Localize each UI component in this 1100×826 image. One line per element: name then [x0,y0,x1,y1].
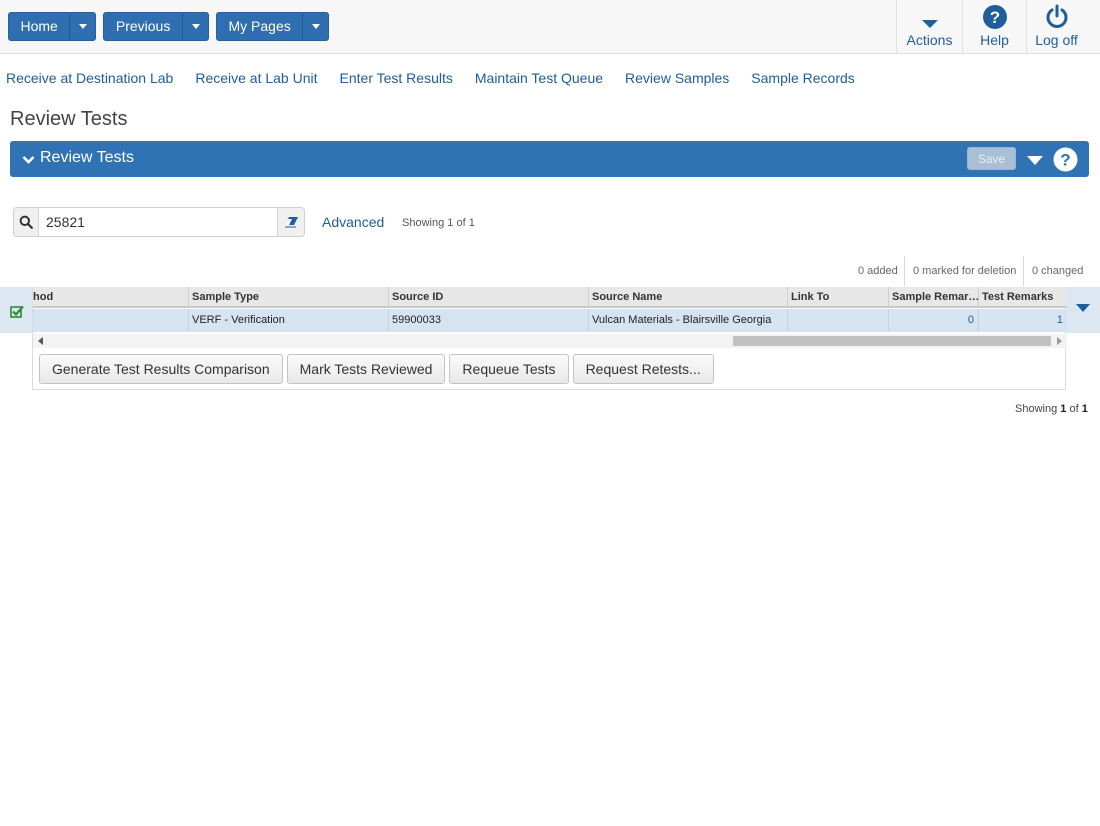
scroll-right-arrow-icon[interactable] [1057,337,1062,345]
eraser-icon[interactable] [277,208,304,236]
search-icon[interactable] [14,208,39,236]
actions-caret-icon [897,0,962,30]
divider [1023,256,1024,286]
nav-maintain-test-queue[interactable]: Maintain Test Queue [475,70,603,86]
request-retests-button[interactable]: Request Retests... [572,354,714,384]
previous-split-button: Previous [103,12,209,41]
column-header-source-name[interactable]: Source Name [588,287,787,308]
grid-header-row: hod Sample Type Source ID Source Name Li… [33,287,1067,308]
column-header-source-id[interactable]: Source ID [388,287,588,308]
log-off-label: Log off [1035,32,1078,48]
svg-text:?: ? [1060,151,1070,170]
showing-total: 1 [468,217,475,229]
sub-navigation: Receive at Destination Lab Receive at La… [6,70,877,86]
panel-title: Review Tests [40,149,134,166]
help-icon[interactable]: ? [1053,147,1078,177]
previous-dropdown-button[interactable] [182,13,208,40]
scrollbar-thumb[interactable] [733,336,1051,346]
column-header-test-remarks[interactable]: Test Remarks [978,287,1067,308]
showing-total: 1 [1081,403,1088,415]
advanced-search-link[interactable]: Advanced [322,214,384,230]
search-box [13,207,305,237]
page-title: Review Tests [10,108,128,130]
nav-enter-test-results[interactable]: Enter Test Results [340,70,453,86]
mark-tests-reviewed-button[interactable]: Mark Tests Reviewed [286,354,446,384]
top-toolbar: Home Previous My Pages Actions ? Help Lo… [0,0,1100,54]
cell-link-to[interactable] [787,309,888,332]
cell-source-name[interactable]: Vulcan Materials - Blairsville Georgia [588,309,787,332]
chevron-down-icon [191,24,200,29]
scroll-left-arrow-icon[interactable] [38,337,43,345]
home-button[interactable]: Home [9,13,69,40]
column-header-sample-remarks[interactable]: Sample Remar… [888,287,978,308]
cell-source-id[interactable]: 59900033 [388,309,588,332]
chevron-down-icon[interactable] [22,152,35,170]
column-header-link-to[interactable]: Link To [787,287,888,308]
divider [904,256,905,286]
chevron-down-icon [78,24,87,29]
cell-sample-remarks[interactable]: 0 [888,309,978,332]
row-checked-icon[interactable] [10,305,24,319]
table-row[interactable]: VERF - Verification 59900033 Vulcan Mate… [33,309,1067,332]
log-off-button[interactable]: Log off [1026,0,1086,54]
generate-test-results-comparison-button[interactable]: Generate Test Results Comparison [39,354,283,384]
deletion-count: 0 marked for deletion [913,265,1017,277]
power-icon [1027,0,1086,30]
column-header-sample-type[interactable]: Sample Type [188,287,388,308]
showing-prefix: Showing [402,217,448,229]
help-label: Help [980,32,1009,48]
actions-label: Actions [906,32,953,48]
cell-method[interactable] [33,309,188,332]
review-tests-panel-header[interactable]: Review Tests Save ? [10,141,1089,177]
cell-sample-type[interactable]: VERF - Verification [188,309,388,332]
cell-test-remarks[interactable]: 1 [978,309,1067,332]
my-pages-split-button: My Pages [216,12,329,41]
home-dropdown-button[interactable] [69,13,95,40]
search-input[interactable] [40,208,278,236]
record-count-bottom: Showing 1 of 1 [1015,403,1088,415]
home-split-button: Home [8,12,96,41]
my-pages-dropdown-button[interactable] [302,13,328,40]
column-header-method[interactable]: hod [33,287,188,308]
nav-sample-records[interactable]: Sample Records [751,70,855,86]
grid-options-caret-icon[interactable] [1076,304,1090,312]
showing-mid: of [1066,403,1082,415]
nav-receive-destination-lab[interactable]: Receive at Destination Lab [6,70,173,86]
nav-review-samples[interactable]: Review Samples [625,70,729,86]
svg-text:?: ? [989,8,999,27]
actions-button[interactable]: Actions [896,0,962,54]
grid-action-buttons: Generate Test Results Comparison Mark Te… [39,354,718,384]
my-pages-button[interactable]: My Pages [217,13,302,40]
previous-button[interactable]: Previous [104,13,182,40]
showing-mid: of [453,217,469,229]
requeue-tests-button[interactable]: Requeue Tests [449,354,569,384]
panel-menu-caret-icon[interactable] [1027,156,1043,165]
help-button[interactable]: ? Help [962,0,1026,54]
changed-count: 0 changed [1032,265,1084,277]
save-button[interactable]: Save [967,147,1016,170]
added-count: 0 added [858,265,898,277]
chevron-down-icon [311,24,320,29]
review-tests-grid: hod Sample Type Source ID Source Name Li… [32,287,1067,390]
horizontal-scrollbar[interactable] [33,334,1067,348]
record-count-top: Showing 1 of 1 [402,217,475,229]
showing-prefix: Showing [1015,403,1061,415]
change-counters: 0 added 0 marked for deletion 0 changed [0,256,1100,286]
nav-receive-lab-unit[interactable]: Receive at Lab Unit [195,70,317,86]
help-icon: ? [963,0,1026,30]
